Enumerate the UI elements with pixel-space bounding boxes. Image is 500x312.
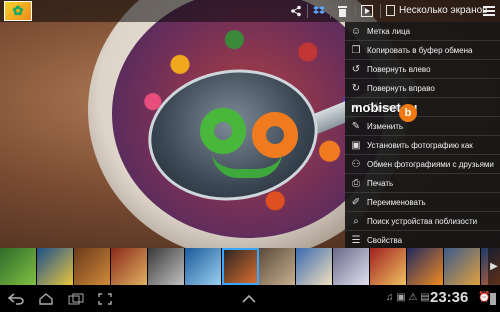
thumbnail[interactable] — [222, 248, 259, 285]
multiscreen-icon[interactable] — [386, 5, 395, 16]
share-friends-icon: ⚇ — [351, 158, 361, 170]
overflow-menu-icon[interactable] — [478, 1, 500, 21]
home-icon[interactable] — [38, 291, 54, 306]
rotate-left-icon: ↺ — [351, 63, 361, 75]
menu-item-copy[interactable]: ❐ Копировать в буфер обмена — [345, 41, 500, 60]
slideshow-icon[interactable] — [356, 1, 378, 21]
menu-item-nearby-devices[interactable]: ⌕ Поиск устройства поблизости — [345, 212, 500, 231]
details-icon: ☰ — [351, 235, 361, 246]
menu-item-label: Копировать в буфер обмена — [367, 45, 473, 55]
nearby-devices-icon: ⌕ — [353, 215, 359, 227]
face-tag-icon: ☺ — [350, 25, 362, 37]
menu-item-edit[interactable]: ✎ Изменить — [345, 117, 500, 136]
menu-item-label: Поиск устройства поблизости — [367, 216, 478, 226]
thumbnail[interactable] — [0, 248, 37, 285]
print-icon: ⎙ — [352, 177, 360, 189]
menu-item-label: Установить фотографию как — [367, 140, 473, 150]
thumbnail[interactable] — [370, 248, 407, 285]
clock: 23:36 — [430, 289, 469, 306]
thumbnail[interactable] — [111, 248, 148, 285]
menu-item-label: Печать — [367, 178, 394, 188]
menu-item-label: Метка лица — [367, 26, 411, 36]
thumbnail[interactable] — [444, 248, 481, 285]
overflow-menu: ☺ Метка лица ❐ Копировать в буфер обмена… — [345, 22, 500, 251]
thumbnail[interactable] — [296, 248, 333, 285]
rename-icon: ✐ — [351, 196, 361, 208]
menu-item-label: Повернуть вправо — [367, 83, 435, 93]
menu-item-label: Обмен фотографиями с друзьями — [367, 159, 494, 169]
green-ring — [200, 108, 246, 154]
screenshot-icon[interactable] — [98, 291, 112, 306]
menu-item-rename[interactable]: ✐ Переименовать — [345, 193, 500, 212]
menu-item-set-as[interactable]: ▣ Установить фотографию как — [345, 136, 500, 155]
menu-item-rotate-right[interactable]: ↻ Повернуть вправо — [345, 79, 500, 98]
back-icon[interactable] — [8, 291, 24, 306]
thumbnail[interactable] — [148, 248, 185, 285]
status-icons: ♫ ▣ ⚠ ▤ — [386, 292, 430, 303]
thumbnail[interactable] — [259, 248, 296, 285]
dropbox-icon[interactable] — [308, 1, 330, 21]
system-navigation-bar: ♫ ▣ ⚠ ▤ 23:36 ⏰ — [0, 285, 500, 312]
share-icon[interactable] — [285, 1, 307, 21]
menu-item-face-tag[interactable]: ☺ Метка лица — [345, 22, 500, 41]
thumbnail[interactable] — [74, 248, 111, 285]
thumbnail[interactable] — [407, 248, 444, 285]
alarm-icon: ⏰ — [478, 292, 491, 303]
copy-icon: ❐ — [351, 44, 361, 56]
gallery-icon[interactable]: ✿ — [4, 1, 32, 21]
menu-item-label: Изменить — [367, 121, 404, 131]
menu-item-label: Переименовать — [367, 197, 426, 207]
multiscreen-label[interactable]: Несколько экранов — [399, 5, 487, 16]
battery-icon — [490, 293, 496, 305]
set-as-icon: ▣ — [351, 139, 361, 151]
thumbnail[interactable] — [37, 248, 74, 285]
menu-item-label: Свойства — [367, 236, 403, 245]
menu-item-share-friends[interactable]: ⚇ Обмен фотографиями с друзьями — [345, 155, 500, 174]
recent-apps-icon[interactable] — [68, 291, 84, 306]
action-bar: ✿ Несколько экранов — [0, 0, 500, 22]
thumbnail-filmstrip[interactable] — [0, 248, 500, 285]
watermark-logo: b — [399, 104, 417, 122]
up-chevron-icon[interactable] — [242, 291, 256, 306]
thumbnail[interactable] — [333, 248, 370, 285]
menu-item-label: Повернуть влево — [367, 64, 431, 74]
thumbnail[interactable] — [185, 248, 222, 285]
edit-icon: ✎ — [351, 120, 361, 132]
rotate-right-icon: ↻ — [351, 82, 361, 94]
menu-item-rotate-left[interactable]: ↺ Повернуть влево — [345, 60, 500, 79]
chevron-right-icon[interactable]: ▶ — [488, 248, 500, 285]
trash-icon[interactable] — [331, 1, 353, 21]
menu-item-print[interactable]: ⎙ Печать — [345, 174, 500, 193]
